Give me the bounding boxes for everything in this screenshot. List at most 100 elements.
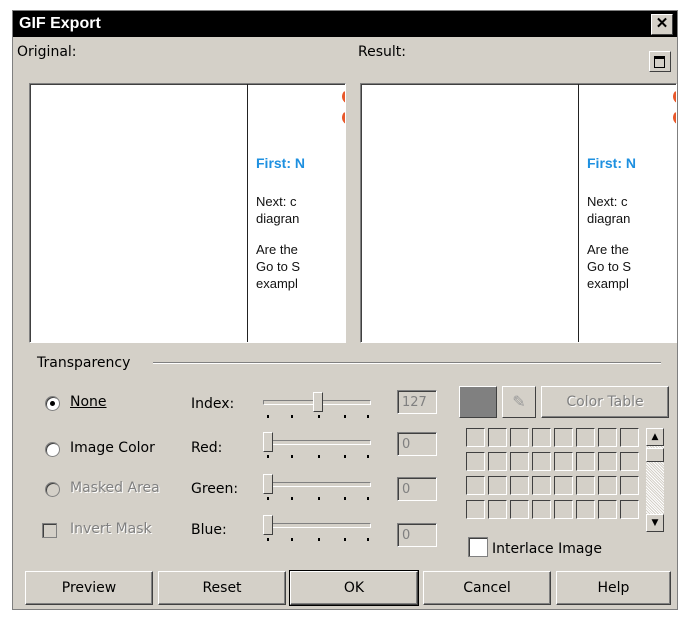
scroll-up-arrow-icon[interactable]: ▲: [646, 428, 664, 446]
color-cell[interactable]: [510, 428, 529, 447]
color-cell[interactable]: [576, 500, 595, 519]
green-label: Green:: [191, 481, 239, 497]
slider-tick: [367, 415, 369, 418]
color-cell[interactable]: [598, 500, 617, 519]
color-cell[interactable]: [532, 452, 551, 471]
slider-thumb[interactable]: [263, 432, 273, 452]
green-value-field[interactable]: 0: [397, 477, 437, 501]
color-table-button[interactable]: Color Table: [541, 386, 669, 418]
color-cell[interactable]: [576, 428, 595, 447]
color-cell[interactable]: [598, 476, 617, 495]
color-cell[interactable]: [510, 500, 529, 519]
index-value-field[interactable]: 127: [397, 390, 437, 414]
logo-arc-icon: [673, 89, 676, 104]
red-value-field[interactable]: 0: [397, 432, 437, 456]
slider-tick: [318, 538, 320, 541]
color-cell[interactable]: [598, 452, 617, 471]
color-cell[interactable]: [554, 452, 573, 471]
cancel-button[interactable]: Cancel: [423, 571, 551, 605]
color-cell[interactable]: [488, 476, 507, 495]
color-cell[interactable]: [510, 476, 529, 495]
color-cell[interactable]: [598, 428, 617, 447]
preview-divider: [247, 84, 248, 342]
color-table-scrollbar[interactable]: ▲ ▼: [646, 428, 664, 532]
radio-none[interactable]: [45, 396, 60, 411]
slider-tick: [367, 538, 369, 541]
color-cell[interactable]: [620, 428, 639, 447]
close-icon: ✕: [655, 15, 669, 32]
slider-thumb[interactable]: [263, 515, 273, 535]
slider-tick: [318, 455, 320, 458]
slider-tick: [291, 497, 293, 500]
slider-tick: [267, 455, 269, 458]
color-cell[interactable]: [532, 428, 551, 447]
color-cell[interactable]: [554, 428, 573, 447]
radio-masked-area[interactable]: [45, 482, 60, 497]
help-button[interactable]: Help: [556, 571, 671, 605]
maximize-preview-icon[interactable]: [649, 51, 671, 72]
preview-line: Next: c: [587, 194, 628, 209]
result-preview[interactable]: First: N Next: c diagran Are the Go to S…: [360, 83, 677, 343]
slider-thumb[interactable]: [263, 474, 273, 494]
preview-line: diagran: [256, 211, 300, 226]
color-cell[interactable]: [488, 500, 507, 519]
preview-button[interactable]: Preview: [25, 571, 153, 605]
group-divider: [153, 362, 661, 364]
invert-mask-checkbox[interactable]: [42, 523, 57, 538]
slider-tick: [318, 415, 320, 418]
red-slider[interactable]: [263, 431, 373, 461]
radio-image-color[interactable]: [45, 442, 60, 457]
color-cell[interactable]: [488, 452, 507, 471]
preview-divider: [578, 84, 579, 342]
logo-arc-icon: [673, 110, 676, 125]
color-cell[interactable]: [576, 476, 595, 495]
radio-image-color-label[interactable]: Image Color: [70, 440, 155, 456]
color-cell[interactable]: [554, 476, 573, 495]
preview-heading: First: N: [256, 155, 305, 171]
color-cell[interactable]: [466, 452, 485, 471]
ok-button[interactable]: OK: [289, 570, 419, 606]
slider-tick: [291, 415, 293, 418]
blue-value-field[interactable]: 0: [397, 523, 437, 547]
reset-button[interactable]: Reset: [158, 571, 286, 605]
color-cell[interactable]: [620, 476, 639, 495]
radio-masked-area-label: Masked Area: [70, 480, 160, 496]
color-table-grid[interactable]: [466, 428, 646, 532]
original-preview[interactable]: First: N Next: c diagran Are the Go to S…: [29, 83, 346, 343]
color-cell[interactable]: [554, 500, 573, 519]
index-slider[interactable]: [263, 391, 373, 421]
slider-tick: [267, 538, 269, 541]
color-cell[interactable]: [466, 428, 485, 447]
preview-line: Are the: [256, 242, 298, 257]
color-cell[interactable]: [488, 428, 507, 447]
slider-track: [263, 482, 371, 487]
slider-thumb[interactable]: [313, 392, 323, 412]
gif-export-dialog: GIF Export ✕ Original: Result: First: N …: [12, 10, 678, 610]
title-bar[interactable]: GIF Export ✕: [13, 11, 677, 37]
color-cell[interactable]: [466, 476, 485, 495]
scroll-thumb[interactable]: [646, 448, 664, 462]
color-cell[interactable]: [532, 476, 551, 495]
preview-line: exampl: [256, 276, 298, 291]
dialog-title: GIF Export: [19, 15, 101, 32]
color-cell[interactable]: [576, 452, 595, 471]
color-cell[interactable]: [510, 452, 529, 471]
logo-arc-icon: [342, 89, 345, 104]
scroll-down-arrow-icon[interactable]: ▼: [646, 514, 664, 532]
interlace-checkbox[interactable]: [468, 537, 488, 557]
blue-slider[interactable]: [263, 514, 373, 544]
green-slider[interactable]: [263, 473, 373, 503]
interlace-label[interactable]: Interlace Image: [492, 541, 602, 557]
color-cell[interactable]: [532, 500, 551, 519]
close-button[interactable]: ✕: [651, 14, 673, 35]
preview-heading: First: N: [587, 155, 636, 171]
radio-none-label[interactable]: None: [70, 394, 107, 410]
color-cell[interactable]: [620, 500, 639, 519]
slider-tick: [291, 538, 293, 541]
preview-line: Are the: [587, 242, 629, 257]
color-cell[interactable]: [466, 500, 485, 519]
color-cell[interactable]: [620, 452, 639, 471]
transparency-group-label: Transparency: [37, 355, 131, 371]
eyedropper-button[interactable]: ✎: [502, 386, 536, 418]
result-label: Result:: [358, 44, 406, 60]
